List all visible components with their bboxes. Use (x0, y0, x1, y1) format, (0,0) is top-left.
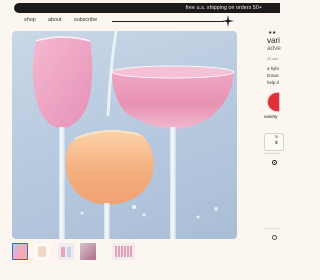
variety-swatch[interactable] (267, 92, 280, 112)
nav-divider-line (112, 21, 224, 22)
subscribe-radio-selected[interactable] (272, 160, 277, 165)
purchase-option-card[interactable] (264, 133, 284, 151)
shipping-promo-banner: free u.s. shipping on orders 50+ (14, 3, 280, 13)
shipping-promo-text: free u.s. shipping on orders 50+ (185, 5, 262, 11)
thumbnail-strip (12, 243, 137, 261)
description-line-1: a hybr (267, 66, 280, 71)
one-time-radio[interactable] (272, 235, 277, 240)
product-subtitle: adve (267, 45, 281, 52)
thumbnail-4[interactable] (80, 243, 96, 260)
sparkle-logo-icon[interactable] (222, 15, 234, 27)
description-line-3: help d (267, 80, 279, 85)
nav-link-about[interactable]: about (48, 17, 62, 24)
top-nav: shop about subscribe (0, 15, 280, 27)
purchase-option-price: $ (275, 140, 278, 145)
thumbnail-3[interactable] (58, 243, 74, 260)
glassware-photo (32, 31, 235, 239)
thumbnail-2[interactable] (34, 243, 50, 260)
nav-link-shop[interactable]: shop (24, 17, 36, 24)
variety-label: variety (264, 114, 278, 119)
thumbnail-1[interactable] (12, 243, 28, 260)
panel-divider-2 (264, 228, 280, 229)
review-count[interactable]: 20 son (267, 57, 278, 62)
product-hero-image[interactable] (12, 31, 237, 239)
thumbnail-5[interactable] (112, 243, 135, 260)
description-line-2: brows (267, 73, 279, 78)
panel-divider (264, 153, 280, 154)
nav-link-subscribe[interactable]: subscribe (74, 17, 97, 24)
